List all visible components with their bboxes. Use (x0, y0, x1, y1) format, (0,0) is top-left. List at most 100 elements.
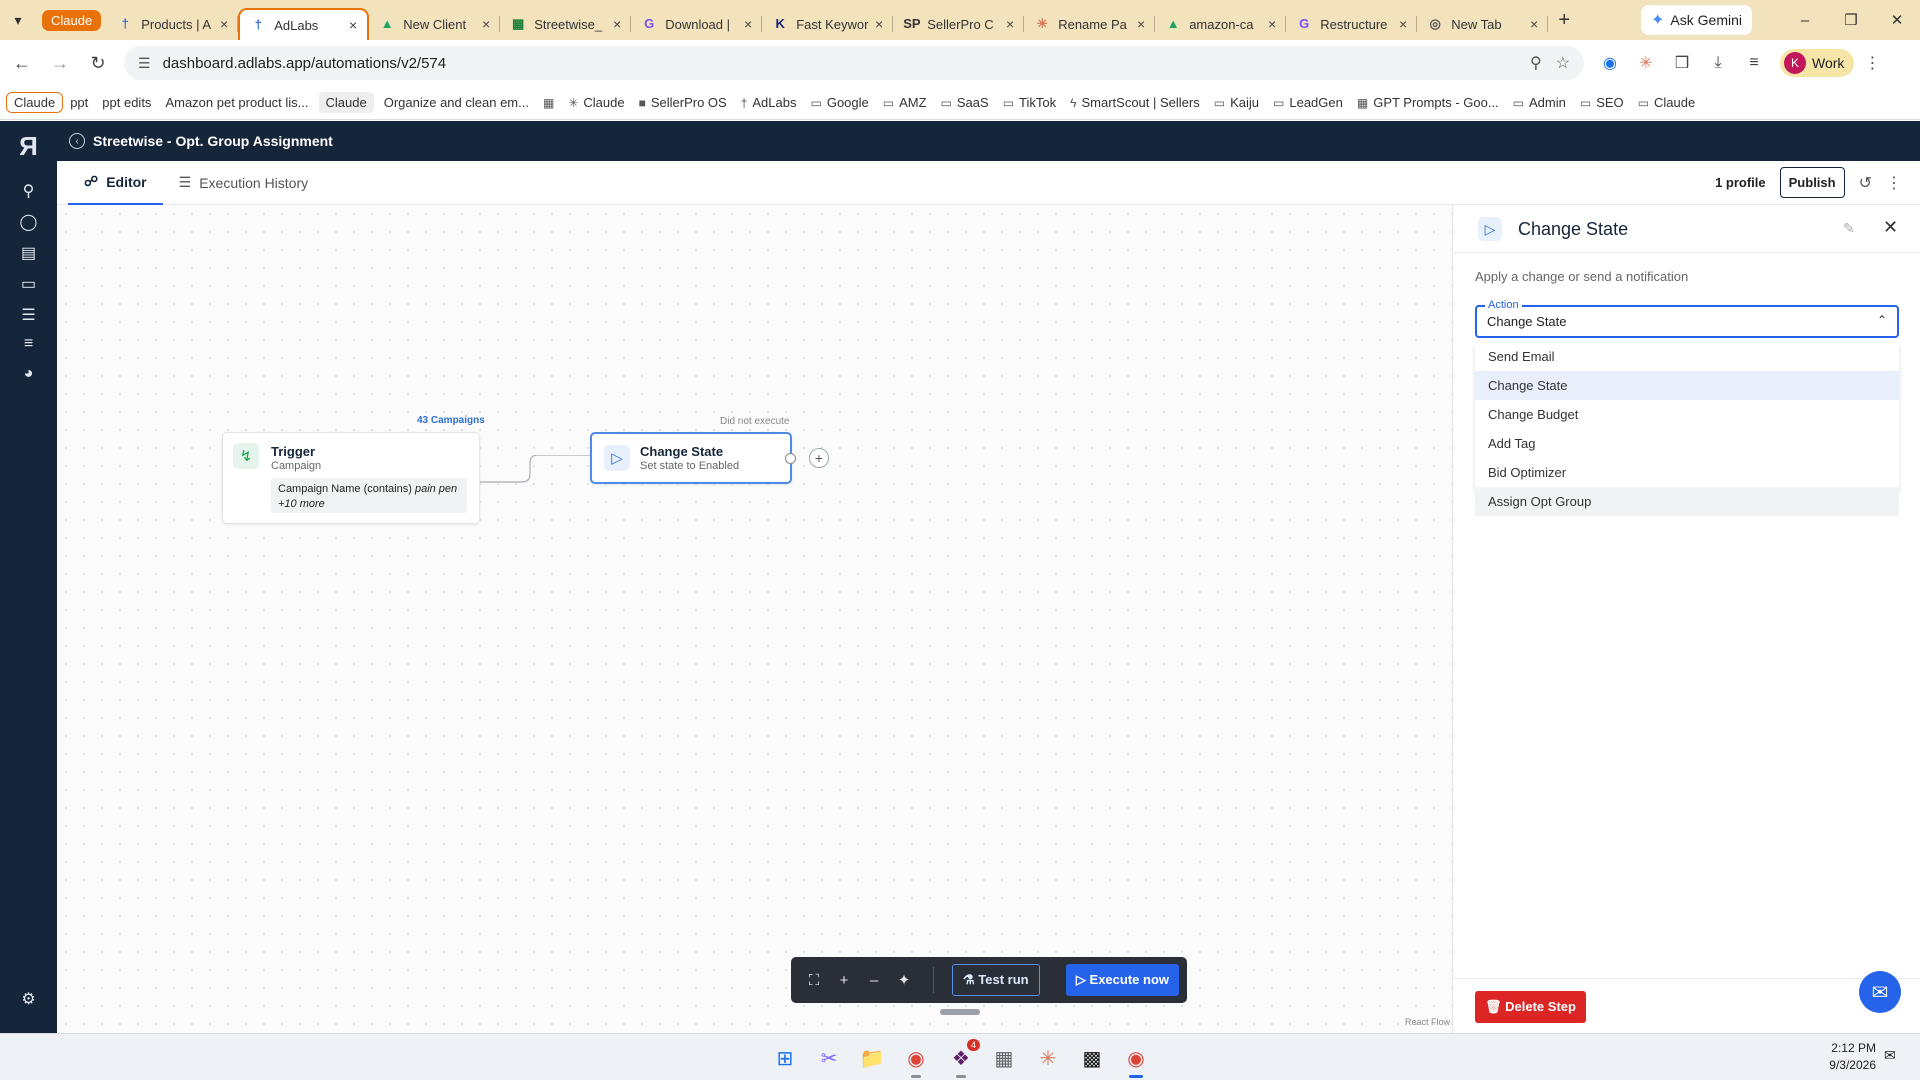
bookmark-item[interactable]: Amazon pet product lis... (158, 92, 315, 113)
test-run-button[interactable]: ⚗ Test run (952, 964, 1040, 996)
url-text[interactable]: dashboard.adlabs.app/automations/v2/574 (163, 55, 1516, 72)
tab-editor[interactable]: ☍ Editor (68, 161, 163, 205)
browser-tab[interactable]: ▲ amazon-ca × (1155, 8, 1287, 40)
tab-close-icon[interactable]: × (482, 16, 490, 32)
lightbulb-icon[interactable]: ◯ (0, 212, 57, 232)
extensions-puzzle-icon[interactable]: ❒ (1664, 53, 1700, 73)
reading-list-icon[interactable]: ≡ (1736, 54, 1772, 72)
bookmark-item[interactable]: ▭ SEO (1573, 92, 1631, 113)
tab-close-icon[interactable]: × (1137, 16, 1145, 32)
browser-tab[interactable]: ▦ Streetwise_ × (500, 8, 632, 40)
stats-app-icon[interactable]: ▩ (1077, 1043, 1107, 1073)
downloads-icon[interactable]: ⤓ (1700, 54, 1736, 72)
monitor-icon[interactable]: ▭ (0, 274, 57, 294)
calculator-icon[interactable]: ▦ (989, 1043, 1019, 1073)
action-option[interactable]: Send Email (1475, 342, 1899, 371)
node-output-handle[interactable] (785, 453, 796, 464)
tab-close-icon[interactable]: × (613, 16, 621, 32)
browser-tab[interactable]: K Fast Keywor × (762, 8, 894, 40)
bookmark-item[interactable]: ▭ Claude (1631, 92, 1703, 113)
address-bar[interactable]: ☰ dashboard.adlabs.app/automations/v2/57… (124, 46, 1584, 80)
bookmark-item[interactable]: † AdLabs (734, 92, 804, 113)
reload-icon[interactable]: ↻ (82, 53, 114, 74)
action-option[interactable]: Change State (1475, 371, 1899, 400)
action-option[interactable]: Assign Opt Group (1475, 487, 1899, 516)
delete-step-button[interactable]: 🗑 Delete Step (1475, 991, 1586, 1023)
checklist-icon[interactable]: ☰ (0, 305, 57, 325)
claude-extension-icon[interactable]: ✳ (1628, 53, 1664, 73)
tab-close-icon[interactable]: × (1530, 16, 1538, 32)
zoom-in-icon[interactable]: + (829, 972, 859, 989)
flow-canvas[interactable]: 43 Campaigns ↯ Trigger Campaign Campaign… (57, 205, 1452, 1033)
bookmark-item[interactable]: ▭ AMZ (876, 92, 934, 113)
bookmark-item[interactable]: ▭ TikTok (996, 92, 1063, 113)
bookmark-item[interactable]: ϟ SmartScout | Sellers (1063, 92, 1207, 113)
file-explorer-icon[interactable]: 📁 (857, 1043, 887, 1073)
search-icon[interactable]: ⚲ (0, 181, 57, 201)
trigger-node[interactable]: ↯ Trigger Campaign Campaign Name (contai… (222, 432, 480, 524)
action-option[interactable]: Change Budget (1475, 400, 1899, 429)
claude-app-icon[interactable]: ✳ (1033, 1043, 1063, 1073)
notification-bell-icon[interactable]: ✉ (1884, 1047, 1896, 1064)
action-select[interactable]: Action Change State ⌃ (1475, 299, 1899, 338)
new-tab-button[interactable]: + (1548, 9, 1580, 32)
auto-layout-wand-icon[interactable]: ✦ (889, 971, 919, 989)
bar-chart-icon[interactable]: ▤ (0, 243, 57, 263)
zoom-icon[interactable]: ⚲ (1530, 53, 1542, 73)
browser-tab[interactable]: ◎ New Tab × (1417, 8, 1549, 40)
bookmark-item[interactable]: ▭ SaaS (934, 92, 996, 113)
bookmark-item[interactable]: Organize and clean em... (377, 92, 536, 113)
tab-search-icon[interactable]: ▾ (0, 0, 36, 40)
windows-start-icon[interactable]: ⊞ (770, 1043, 800, 1073)
chrome-active-icon[interactable]: ◉ (1121, 1043, 1151, 1078)
tab-close-icon[interactable]: × (220, 16, 228, 32)
bookmark-item[interactable]: ppt edits (95, 92, 158, 113)
bookmark-item[interactable]: Claude (6, 92, 64, 113)
action-option[interactable]: Add Tag (1475, 429, 1899, 458)
bookmark-item[interactable]: ▭ Admin (1506, 92, 1573, 113)
chrome-menu-icon[interactable]: ⋮ (1854, 53, 1890, 73)
tab-close-icon[interactable]: × (1399, 16, 1407, 32)
bookmark-item[interactable]: Claude (318, 92, 374, 113)
slack-icon[interactable]: ❖ 4 (946, 1039, 980, 1078)
tab-close-icon[interactable]: × (1006, 16, 1014, 32)
add-step-plus-icon[interactable]: + (809, 448, 829, 468)
close-icon[interactable]: ✕ (1883, 217, 1898, 238)
publish-button[interactable]: Publish (1779, 167, 1845, 198)
zoom-out-icon[interactable]: – (859, 972, 889, 989)
canvas-scroll-handle[interactable] (940, 1009, 980, 1015)
bookmark-item[interactable]: ▭ LeadGen (1266, 92, 1350, 113)
edit-pencil-icon[interactable]: ✎ (1843, 220, 1855, 237)
back-circle-icon[interactable]: ‹ (69, 133, 85, 149)
list-search-icon[interactable]: ≡ (0, 335, 57, 353)
bookmark-item[interactable]: ▦ GPT Prompts - Goo... (1350, 92, 1506, 113)
bookmark-star-icon[interactable]: ☆ (1556, 53, 1570, 73)
settings-gear-icon[interactable]: ⚙ (0, 989, 57, 1009)
browser-tab[interactable]: ▲ New Client × (369, 8, 501, 40)
bookmark-item[interactable]: ppt (63, 92, 95, 113)
password-manager-icon[interactable]: ◉ (1592, 53, 1628, 73)
browser-tab[interactable]: G Restructure × (1286, 8, 1418, 40)
react-flow-attribution[interactable]: React Flow (1405, 1017, 1450, 1027)
tab-group-label[interactable]: Claude (42, 9, 102, 31)
tab-close-icon[interactable]: × (349, 17, 357, 33)
browser-tab[interactable]: SP SellerPro C × (893, 8, 1025, 40)
back-arrow-icon[interactable]: ← (6, 53, 38, 74)
minimize-icon[interactable]: – (1782, 12, 1828, 29)
bookmark-item[interactable]: ▦ (536, 93, 561, 113)
system-clock[interactable]: 2:12 PM 9/3/2026 (1820, 1040, 1876, 1074)
version-history-icon[interactable]: ↺ (1859, 173, 1872, 193)
more-options-icon[interactable]: ⋮ (1886, 173, 1902, 193)
execute-now-button[interactable]: ▷ Execute now (1065, 964, 1179, 996)
fit-view-icon[interactable]: ⛶ (799, 972, 829, 989)
chevron-up-icon[interactable]: ⌃ (1877, 313, 1887, 327)
ask-gemini-button[interactable]: ✦ Ask Gemini (1641, 5, 1752, 35)
window-close-icon[interactable]: ✕ (1874, 11, 1920, 29)
profile-count[interactable]: 1 profile (1715, 175, 1766, 190)
tab-execution-history[interactable]: ☰ Execution History (163, 161, 325, 205)
chrome-icon[interactable]: ◉ (901, 1043, 931, 1078)
site-info-icon[interactable]: ☰ (138, 55, 151, 72)
adlabs-logo-icon[interactable]: Я (0, 131, 57, 162)
support-chat-icon[interactable]: ✉ (1859, 971, 1901, 1013)
browser-tab[interactable]: G Download | × (631, 8, 763, 40)
